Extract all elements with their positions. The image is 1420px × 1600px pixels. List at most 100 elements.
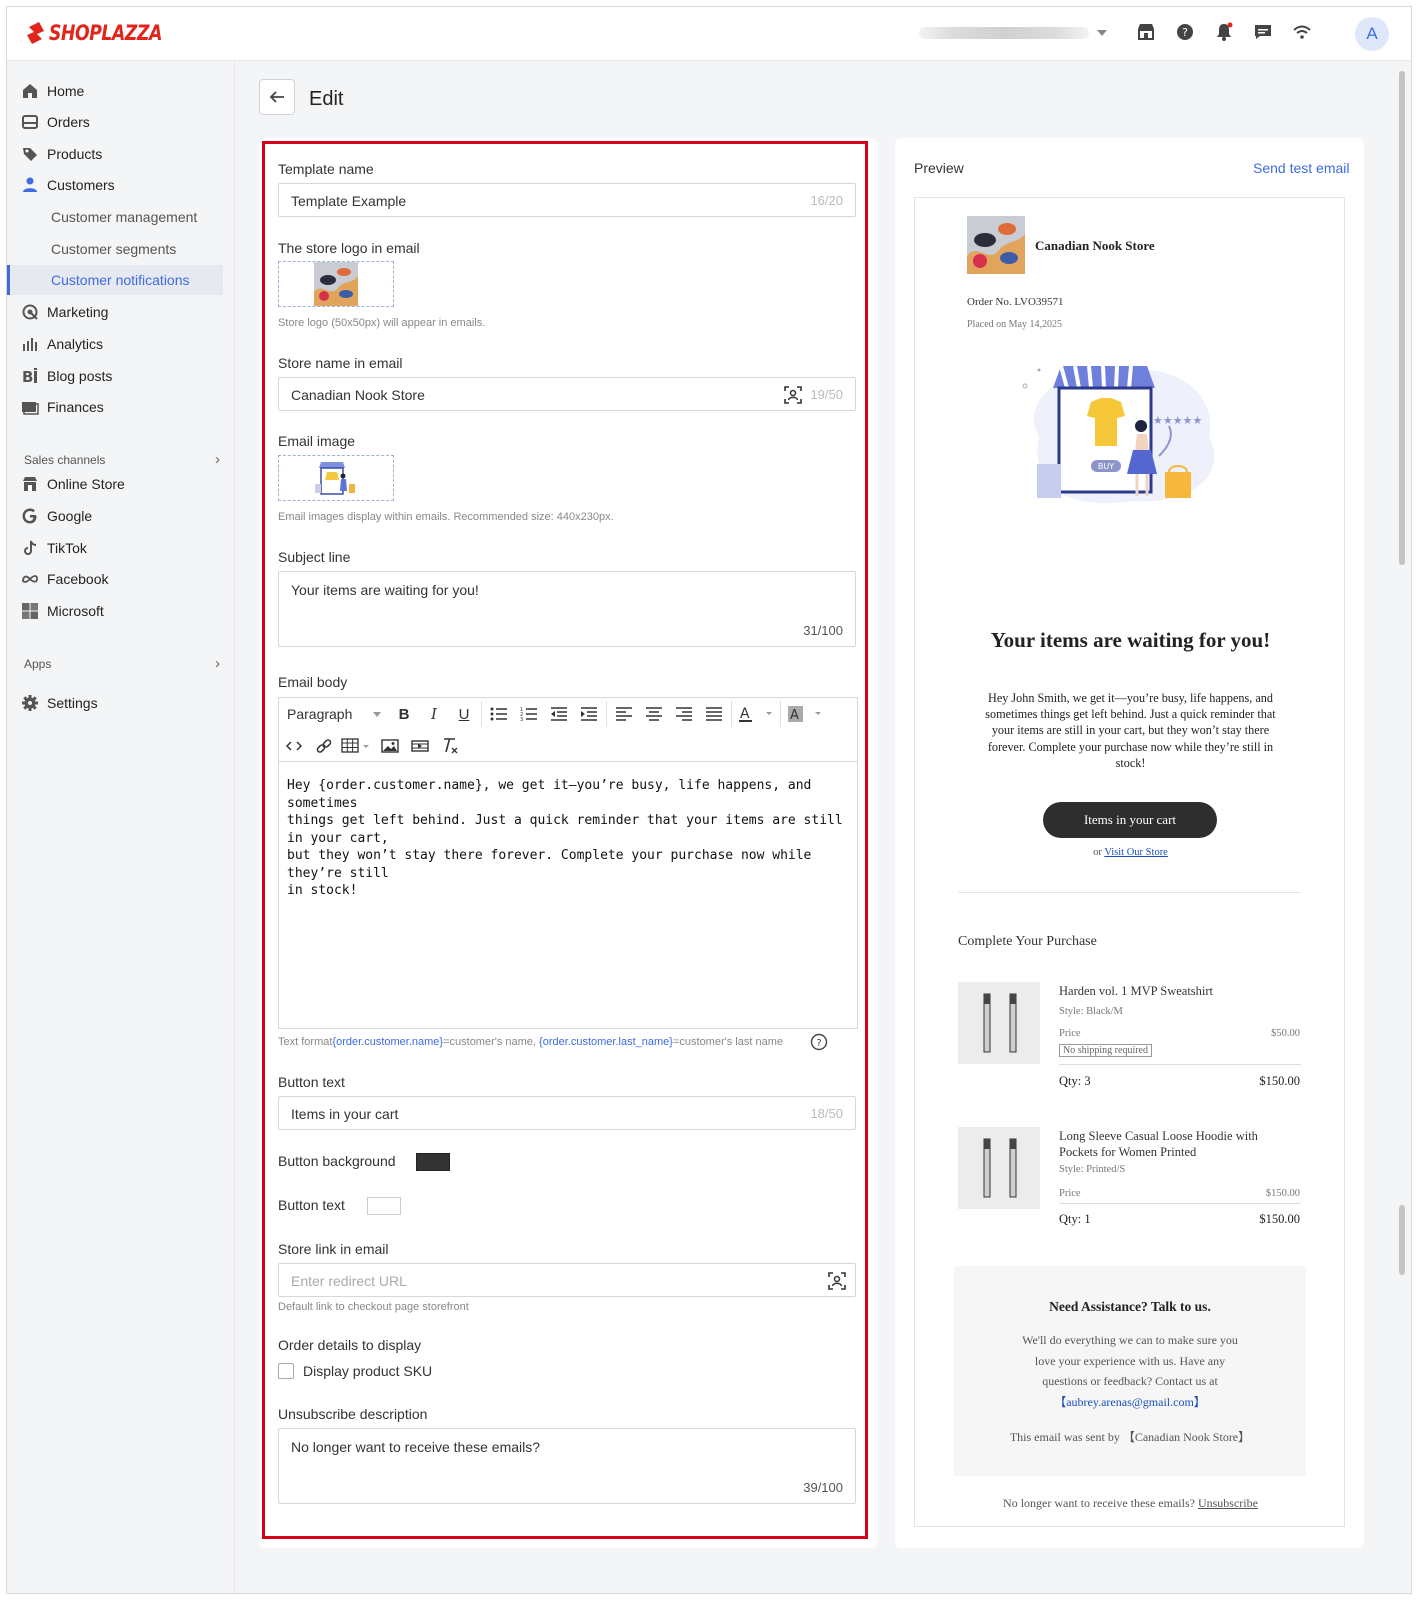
store-selector[interactable]	[919, 27, 1107, 39]
paragraph-format-select[interactable]: Paragraph	[279, 706, 389, 722]
variable-picker-icon[interactable]	[783, 385, 803, 405]
sidebar-item-microsoft[interactable]: Microsoft	[7, 596, 223, 626]
paragraph-format-value: Paragraph	[287, 706, 353, 722]
send-test-email-link[interactable]: Send test email	[1253, 160, 1350, 176]
chat-icon[interactable]	[1252, 21, 1274, 43]
display-sku-checkbox[interactable]	[278, 1363, 294, 1379]
sales-channels-section[interactable]: Sales channels ›	[24, 451, 220, 468]
store-logo-label: The store logo in email	[278, 240, 420, 256]
text-color-icon[interactable]: A	[734, 704, 778, 724]
char-count: 39/100	[803, 1480, 843, 1495]
format-variable-last-name[interactable]: {order.customer.last_name}	[539, 1036, 673, 1048]
table-icon[interactable]	[339, 736, 375, 756]
help-icon[interactable]: ?	[810, 1033, 828, 1051]
items-in-cart-button[interactable]: Items in your cart	[1043, 802, 1217, 838]
apps-section[interactable]: Apps ›	[24, 655, 220, 672]
store-name-value: Canadian Nook Store	[291, 387, 425, 403]
button-background-label: Button background	[278, 1153, 396, 1169]
subject-line-value: Your items are waiting for you!	[291, 582, 479, 598]
help-icon[interactable]: ?	[1174, 21, 1196, 43]
product-qty: Qty: 1	[1059, 1212, 1091, 1226]
subject-line-textarea[interactable]: Your items are waiting for you! 31/100	[278, 571, 856, 647]
svg-text:A: A	[740, 706, 750, 722]
email-body-line: Hey {order.customer.name}, we get it—you…	[287, 778, 812, 811]
email-body-content[interactable]: Hey {order.customer.name}, we get it—you…	[287, 777, 847, 900]
gear-icon	[22, 695, 38, 711]
sidebar-item-facebook[interactable]: Facebook	[7, 564, 223, 594]
button-text-input[interactable]: Items in your cart 18/50	[278, 1096, 856, 1130]
align-left-icon[interactable]	[609, 704, 639, 724]
email-body-editor[interactable]: Paragraph B I U 123 A A Hey {order.custo…	[278, 697, 858, 1029]
clear-formatting-icon[interactable]	[435, 736, 465, 756]
char-count: 18/50	[810, 1106, 843, 1121]
sales-channels-label: Sales channels	[24, 452, 106, 467]
numbered-list-icon[interactable]: 123	[514, 704, 544, 724]
sidebar-item-customer-notifications[interactable]: Customer notifications	[7, 265, 223, 295]
button-text-color-swatch[interactable]	[367, 1197, 401, 1215]
visit-store-link[interactable]: Visit Our Store	[1104, 847, 1168, 858]
highlight-color-icon[interactable]: A	[783, 704, 827, 724]
product-image	[958, 982, 1040, 1064]
sidebar-item-analytics[interactable]: Analytics	[7, 329, 223, 359]
contact-email-link[interactable]: 【aubrey.arenas@gmail.com】	[954, 1392, 1306, 1413]
chevron-right-icon: ›	[215, 451, 220, 468]
template-name-input[interactable]: Template Example 16/20	[278, 183, 856, 217]
store-icon	[23, 477, 37, 491]
indent-icon[interactable]	[574, 704, 604, 724]
sidebar-item-customer-segments[interactable]: Customer segments	[7, 234, 223, 264]
sidebar-item-customers[interactable]: Customers	[7, 170, 223, 200]
avatar[interactable]: A	[1355, 17, 1389, 51]
italic-icon[interactable]: I	[419, 704, 449, 724]
align-center-icon[interactable]	[639, 704, 669, 724]
sidebar-item-products[interactable]: Products	[7, 139, 223, 169]
outdent-icon[interactable]	[544, 704, 574, 724]
main-content: Edit Template name Template Example 16/2…	[235, 61, 1405, 1593]
page-scrollbar[interactable]	[1397, 65, 1407, 1590]
image-icon[interactable]	[375, 736, 405, 756]
bold-icon[interactable]: B	[389, 704, 419, 724]
store-logo-image	[314, 262, 358, 306]
store-logo-upload[interactable]	[278, 261, 394, 307]
store-link-input[interactable]: Enter redirect URL	[278, 1263, 856, 1297]
shoplazza-logo[interactable]: SHOPLAZZA	[25, 21, 187, 45]
editor-toolbar-row-2	[279, 730, 857, 762]
email-image-upload[interactable]	[278, 455, 394, 501]
sidebar-item-marketing[interactable]: Marketing	[7, 297, 223, 327]
microsoft-icon	[22, 603, 38, 619]
unsubscribe-description-textarea[interactable]: No longer want to receive these emails? …	[278, 1428, 856, 1504]
underline-icon[interactable]: U	[449, 704, 479, 724]
sidebar-item-tiktok[interactable]: TikTok	[7, 533, 223, 563]
char-count: 19/50	[810, 387, 843, 402]
source-code-icon[interactable]	[279, 736, 309, 756]
align-right-icon[interactable]	[669, 704, 699, 724]
store-icon[interactable]	[1135, 21, 1157, 43]
store-name-blurred	[919, 27, 1089, 39]
video-icon[interactable]	[405, 736, 435, 756]
svg-text:★★★★★: ★★★★★	[1153, 414, 1202, 427]
bell-icon[interactable]	[1213, 21, 1235, 43]
scrollbar-thumb[interactable]	[1399, 1205, 1405, 1275]
back-button[interactable]	[259, 79, 295, 115]
sidebar-item-orders[interactable]: Orders	[7, 107, 223, 137]
unsubscribe-link[interactable]: Unsubscribe	[1198, 1496, 1258, 1510]
sidebar-item-google[interactable]: Google	[7, 501, 223, 531]
link-icon[interactable]	[309, 736, 339, 756]
variable-picker-icon[interactable]	[827, 1271, 847, 1291]
store-name-input[interactable]: Canadian Nook Store 19/50	[278, 377, 856, 411]
sidebar-item-home[interactable]: Home	[7, 76, 223, 106]
format-variable-name[interactable]: {order.customer.name}	[332, 1036, 443, 1048]
arrow-left-icon	[269, 91, 284, 103]
sidebar-item-finances[interactable]: Finances	[7, 392, 223, 422]
sidebar-item-online-store[interactable]: Online Store	[7, 469, 223, 499]
sidebar-item-customer-management[interactable]: Customer management	[7, 202, 223, 232]
bulleted-list-icon[interactable]	[484, 704, 514, 724]
wifi-icon[interactable]	[1291, 21, 1313, 43]
button-background-swatch[interactable]	[416, 1153, 450, 1171]
product-price: $150.00	[1265, 1188, 1300, 1199]
toolbar-divider	[481, 701, 482, 727]
assistance-line: love your experience with us. Have any	[1034, 1353, 1226, 1368]
scrollbar-thumb[interactable]	[1399, 71, 1405, 565]
sidebar-item-blog-posts[interactable]: B Blog posts	[7, 361, 223, 391]
sidebar-item-settings[interactable]: Settings	[7, 688, 223, 718]
align-justify-icon[interactable]	[699, 704, 729, 724]
